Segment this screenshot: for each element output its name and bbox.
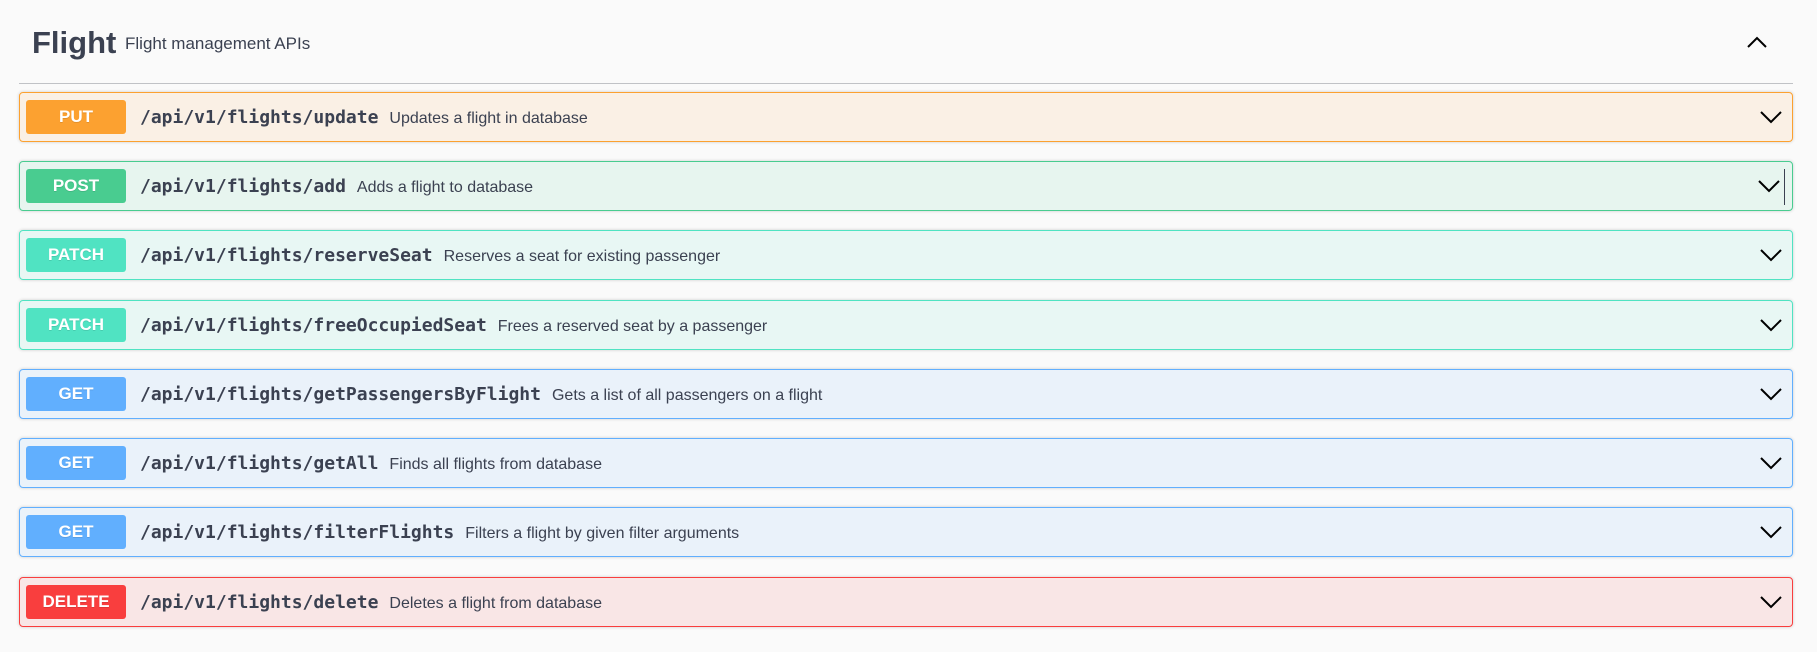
chevron-down-icon[interactable] — [1758, 106, 1784, 128]
chevron-down-icon[interactable] — [1758, 244, 1784, 266]
operation-summary: Finds all flights from database — [389, 456, 602, 473]
operation-path: /api/v1/flights/getPassengersByFlight Get… — [140, 383, 822, 408]
path-text: /api/v1/flights/delete — [140, 592, 379, 613]
method-badge-get: GET — [26, 446, 126, 480]
method-badge-put: PUT — [26, 100, 126, 134]
tag-description: Flight management APIs — [125, 34, 311, 53]
path-text: /api/v1/flights/add — [140, 176, 346, 197]
operation-path: /api/v1/flights/freeOccupiedSeat Frees a … — [140, 314, 767, 339]
path-text: /api/v1/flights/update — [140, 107, 379, 128]
operation-summary: Filters a flight by given filter argumen… — [465, 525, 740, 542]
flight-tag-header[interactable]: Flight Flight management APIs — [19, 0, 1793, 84]
operation-path: /api/v1/flights/add Adds a flight to data… — [140, 175, 533, 200]
operation-path: /api/v1/flights/reserveSeat Reserves a se… — [140, 244, 720, 269]
operation-path: /api/v1/flights/getAll Finds all flights … — [140, 452, 602, 477]
operation-path: /api/v1/flights/filterFlights Filters a f… — [140, 521, 739, 546]
operation-path: /api/v1/flights/update Updates a flight i… — [140, 106, 588, 131]
operation-summary: Reserves a seat for existing passenger — [443, 248, 721, 265]
method-badge-post: POST — [26, 169, 126, 203]
path-text: /api/v1/flights/reserveSeat — [140, 245, 433, 266]
operation-path: /api/v1/flights/delete Deletes a flight f… — [140, 591, 602, 616]
flight-tag-section: Flight Flight management APIs PUT /api/v… — [0, 0, 1817, 652]
operation-get-passengers-by-flight[interactable]: GET /api/v1/flights/getPassengersByFligh… — [19, 369, 1793, 419]
path-text: /api/v1/flights/freeOccupiedSeat — [140, 315, 487, 336]
operation-summary: Updates a flight in database — [389, 110, 588, 127]
method-badge-get: GET — [26, 377, 126, 411]
operation-get-filter-flights[interactable]: GET /api/v1/flights/filterFlights Filters… — [19, 507, 1793, 557]
chevron-down-icon[interactable] — [1758, 452, 1784, 474]
chevron-down-icon[interactable] — [1758, 591, 1784, 613]
operation-summary: Deletes a flight from database — [389, 595, 602, 612]
method-badge-delete: DELETE — [26, 585, 126, 619]
operation-get-all[interactable]: GET /api/v1/flights/getAll Finds all flig… — [19, 438, 1793, 488]
operation-delete[interactable]: DELETE /api/v1/flights/delete Deletes a f… — [19, 577, 1793, 627]
chevron-down-icon[interactable] — [1758, 521, 1784, 543]
method-badge-patch: PATCH — [26, 238, 126, 272]
operation-patch-reserve-seat[interactable]: PATCH /api/v1/flights/reserveSeat Reserve… — [19, 230, 1793, 280]
operation-summary: Frees a reserved seat by a passenger — [497, 318, 768, 335]
path-text: /api/v1/flights/getAll — [140, 453, 379, 474]
path-text: /api/v1/flights/getPassengersByFlight — [140, 384, 541, 405]
text-cursor — [1784, 169, 1785, 205]
operation-patch-free-occupied-seat[interactable]: PATCH /api/v1/flights/freeOccupiedSeat Fr… — [19, 300, 1793, 350]
tag-title: Flight — [32, 25, 117, 60]
operation-post-add[interactable]: POST /api/v1/flights/add Adds a flight to… — [19, 161, 1793, 211]
method-badge-get: GET — [26, 515, 126, 549]
chevron-up-icon[interactable] — [1741, 28, 1773, 56]
operation-put-update[interactable]: PUT /api/v1/flights/update Updates a flig… — [19, 92, 1793, 142]
method-badge-patch: PATCH — [26, 308, 126, 342]
chevron-down-icon[interactable] — [1758, 383, 1784, 405]
chevron-down-icon[interactable] — [1758, 314, 1784, 336]
operation-summary: Adds a flight to database — [356, 179, 534, 196]
operation-summary: Gets a list of all passengers on a fligh… — [551, 387, 823, 404]
chevron-down-icon[interactable] — [1756, 175, 1782, 197]
path-text: /api/v1/flights/filterFlights — [140, 522, 455, 543]
